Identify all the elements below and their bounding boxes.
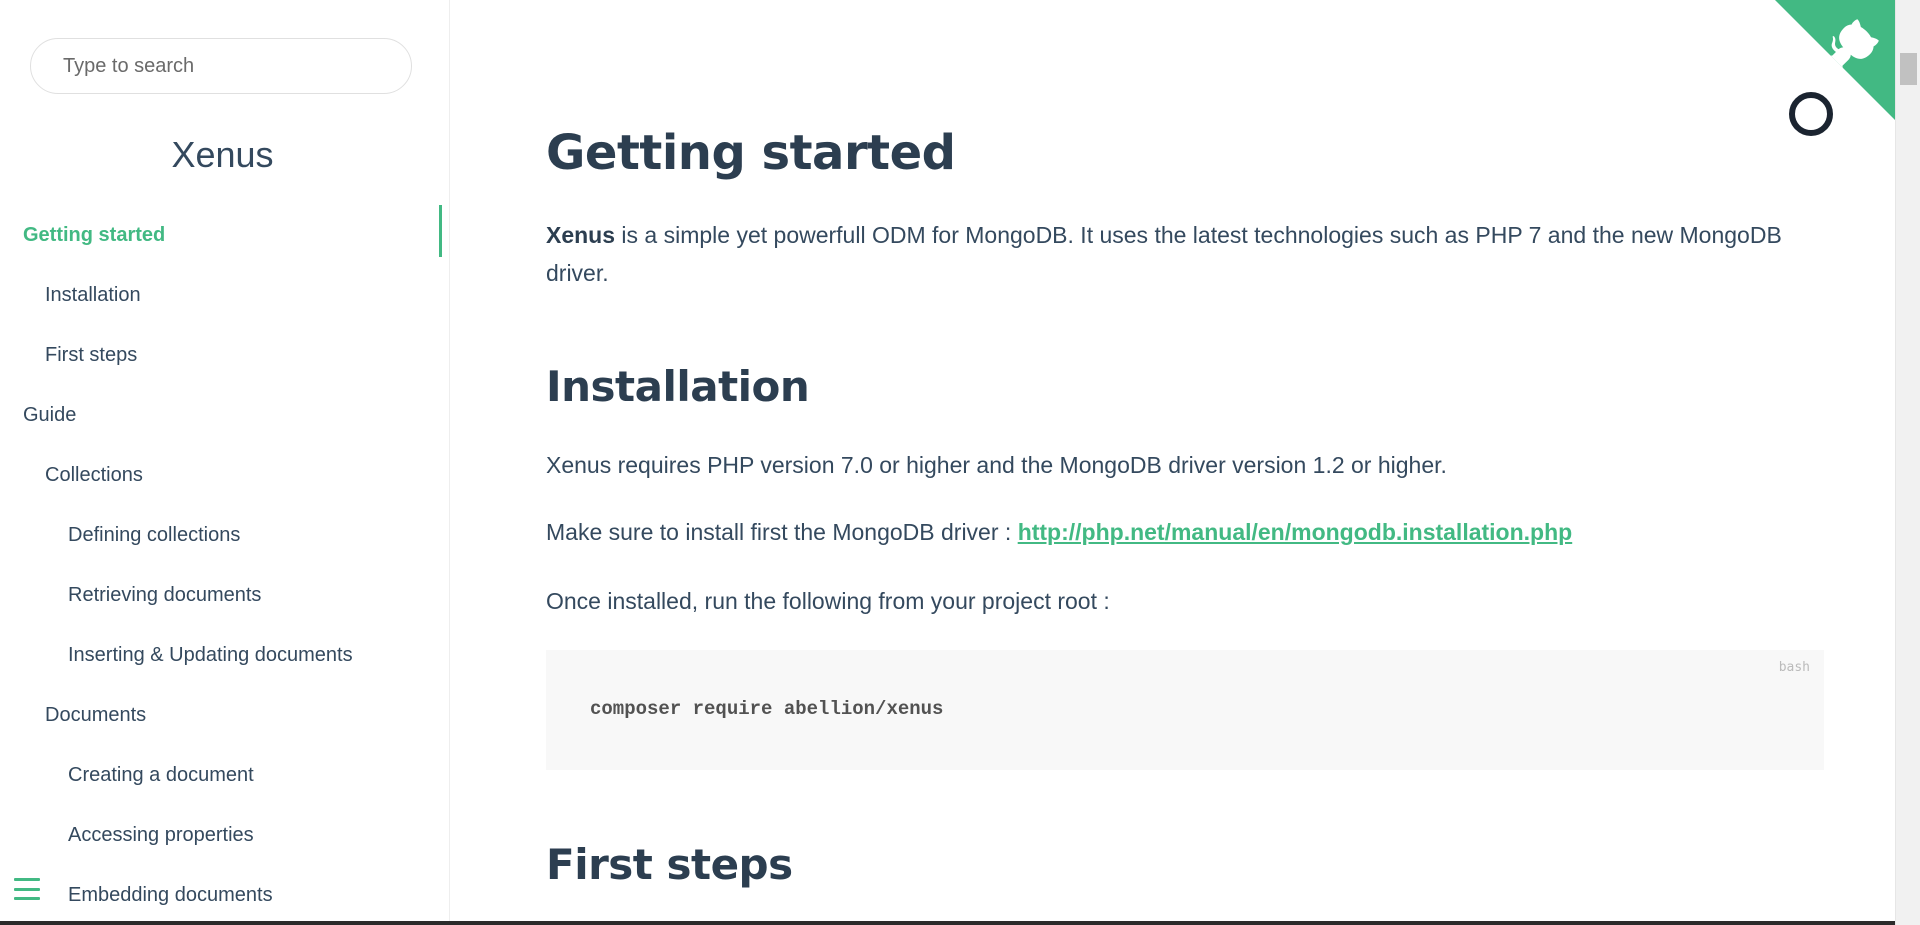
sidebar-item-accessing-properties[interactable]: Accessing properties [0, 805, 445, 865]
run-paragraph: Once installed, run the following from y… [546, 588, 1110, 614]
scrollbar-thumb[interactable] [1900, 53, 1917, 85]
sidebar-item-label: First steps [45, 343, 138, 366]
sidebar-item-documents[interactable]: Documents [0, 685, 445, 745]
intro-text: is a simple yet powerfull ODM for MongoD… [546, 222, 1782, 286]
sidebar-item-label: Retrieving documents [68, 583, 262, 606]
sidebar-item-embedding-documents[interactable]: Embedding documents [0, 865, 445, 925]
sidebar-item-label: Inserting & Updating documents [68, 643, 353, 666]
sidebar-nav: Getting started Installation First steps Gu… [0, 205, 445, 925]
window-bottom-edge [0, 921, 1895, 925]
code-block[interactable]: bash composer require abellion/xenus [546, 650, 1824, 770]
sidebar-item-label: Accessing properties [68, 823, 254, 846]
sidebar-item-inserting-updating-documents[interactable]: Inserting & Updating documents [0, 625, 445, 685]
sidebar-item-label: Embedding documents [68, 883, 273, 906]
main-content: Getting started Xenus is a simple yet po… [546, 0, 1826, 925]
hamburger-menu-icon[interactable] [14, 878, 40, 900]
sidebar-item-defining-collections[interactable]: Defining collections [0, 505, 445, 565]
driver-paragraph: Make sure to install first the MongoDB d… [546, 513, 1786, 551]
sidebar-item-label: Documents [45, 703, 147, 726]
app-name[interactable]: Xenus [0, 134, 445, 176]
intro-paragraph: Xenus is a simple yet powerfull ODM for … [546, 216, 1786, 292]
sidebar-item-label: Defining collections [68, 523, 241, 546]
code-language-label: bash [1778, 660, 1810, 675]
first-steps-heading[interactable]: First steps [546, 840, 793, 889]
sidebar-item-first-steps[interactable]: First steps [0, 325, 445, 385]
search-box[interactable] [30, 38, 412, 94]
sidebar-item-label: Installation [45, 283, 141, 306]
installation-heading[interactable]: Installation [546, 362, 810, 411]
sidebar-item-collections[interactable]: Collections [0, 445, 445, 505]
sidebar: Xenus Getting started Installation First s… [0, 0, 450, 925]
sidebar-item-label: Getting started [23, 223, 166, 246]
search-input[interactable] [61, 53, 381, 79]
sidebar-item-installation[interactable]: Installation [0, 265, 445, 325]
scrollbar[interactable] [1895, 0, 1920, 925]
intro-bold: Xenus [546, 222, 616, 248]
driver-link[interactable]: http://php.net/manual/en/mongodb.install… [1018, 519, 1573, 545]
sidebar-item-retrieving-documents[interactable]: Retrieving documents [0, 565, 445, 625]
sidebar-item-guide[interactable]: Guide [0, 385, 445, 445]
page-title: Getting started [546, 125, 956, 181]
requirements-paragraph: Xenus requires PHP version 7.0 or higher… [546, 452, 1447, 478]
sidebar-item-label: Creating a document [68, 763, 254, 786]
loading-ring-icon [1789, 92, 1833, 136]
sidebar-item-getting-started[interactable]: Getting started [0, 205, 445, 265]
sidebar-item-creating-a-document[interactable]: Creating a document [0, 745, 445, 805]
sidebar-item-label: Guide [23, 403, 77, 426]
code-content[interactable]: composer require abellion/xenus [590, 698, 943, 720]
driver-text: Make sure to install first the MongoDB d… [546, 519, 1018, 545]
sidebar-item-label: Collections [45, 463, 143, 486]
